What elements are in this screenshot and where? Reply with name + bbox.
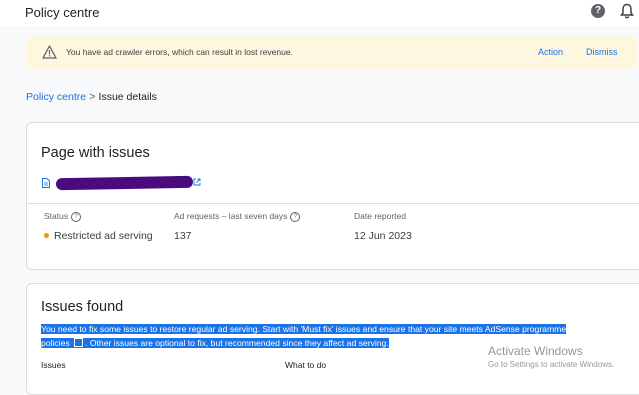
help-icon[interactable]: ? — [591, 4, 605, 18]
app-title: Policy centre — [25, 5, 100, 20]
banner-action-button[interactable]: Action — [538, 47, 563, 57]
page-card-title: Page with issues — [41, 145, 150, 161]
status-help-icon[interactable]: ? — [71, 212, 82, 222]
breadcrumb-current: Issue details — [98, 91, 157, 103]
date-reported-value: 12 Jun 2023 — [354, 230, 412, 242]
external-link-icon[interactable] — [193, 178, 201, 186]
page-url-link-redacted[interactable]: redacted — [55, 175, 194, 191]
date-reported-label: Date reported — [354, 211, 406, 221]
banner-message: You have ad crawler errors, which can re… — [66, 47, 293, 57]
watermark-title: Activate Windows — [488, 344, 583, 358]
notifications-icon[interactable] — [619, 3, 635, 20]
watermark-subtitle: Go to Settings to activate Windows. — [488, 360, 615, 369]
issues-card-title: Issues found — [41, 299, 124, 315]
ad-requests-help-icon[interactable]: ? — [290, 212, 301, 222]
banner-dismiss-button[interactable]: Dismiss — [586, 47, 618, 57]
description-line2: . Other issues are optional to fix, but … — [85, 338, 389, 348]
description-line1: You need to fix some issues to restore r… — [41, 324, 567, 334]
breadcrumb-policy-centre-link[interactable]: Policy centre — [26, 91, 86, 103]
warning-icon — [42, 45, 57, 59]
status-value: Restricted ad serving — [44, 230, 153, 242]
breadcrumb: Policy centre > Issue details — [26, 91, 157, 103]
activate-windows-watermark: Activate Windows Go to Settings to activ… — [488, 344, 614, 369]
table-header-what-to-do: What to do — [285, 360, 327, 370]
page-with-issues-card: Page with issues redacted Status? Restri… — [26, 122, 639, 270]
policies-link[interactable]: policies — [41, 338, 70, 348]
document-icon — [42, 178, 50, 188]
table-header-issues: Issues — [41, 360, 66, 370]
issues-found-card: Issues found You need to fix some issues… — [26, 283, 639, 395]
ad-requests-label: Ad requests – last seven days? — [174, 211, 301, 222]
status-dot-icon — [44, 233, 49, 238]
card-divider — [27, 203, 639, 204]
warning-banner: You have ad crawler errors, which can re… — [26, 36, 638, 69]
breadcrumb-separator: > — [89, 91, 96, 103]
top-bar: Policy centre ? — [0, 0, 639, 26]
policies-external-link-icon[interactable] — [74, 338, 84, 347]
status-label: Status? — [44, 211, 82, 222]
ad-requests-value: 137 — [174, 230, 192, 242]
